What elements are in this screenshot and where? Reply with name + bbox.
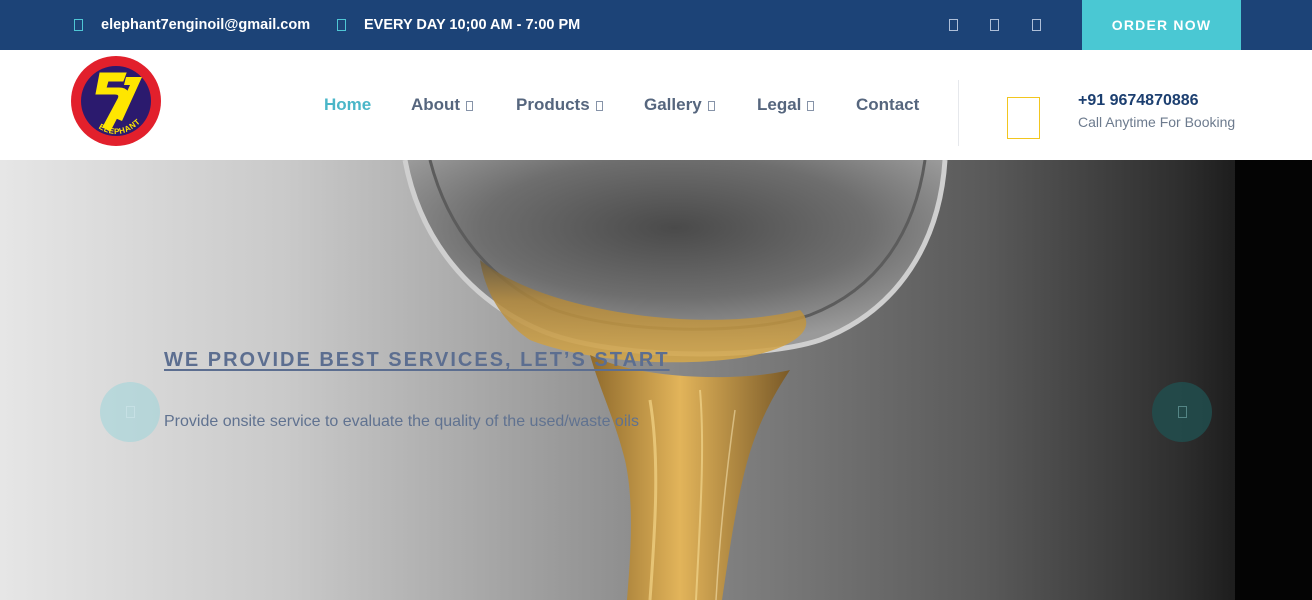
chevron-down-icon	[707, 100, 715, 111]
order-now-button[interactable]: ORDER NOW	[1082, 0, 1241, 50]
clock-icon	[337, 19, 346, 31]
nav-about[interactable]: About	[411, 50, 474, 160]
slider-prev-button[interactable]	[100, 382, 160, 442]
nav-contact-label[interactable]: Contact	[856, 95, 919, 115]
nav-about-label[interactable]: About	[411, 95, 460, 115]
phone-icon	[1007, 97, 1040, 139]
phone-subtitle: Call Anytime For Booking	[1078, 114, 1236, 130]
facebook-icon[interactable]	[949, 19, 958, 31]
slider-next-button[interactable]	[1152, 382, 1212, 442]
elephant7-logo[interactable]: ELEPHANT-7	[70, 55, 162, 147]
nav-gallery-label[interactable]: Gallery	[644, 95, 702, 115]
hero-oil-pour-image	[0, 160, 1312, 600]
chevron-down-icon	[466, 100, 474, 111]
nav-home[interactable]: Home	[324, 50, 371, 160]
email-contact[interactable]: elephant7enginoil@gmail.com	[74, 0, 310, 50]
envelope-icon	[74, 19, 83, 31]
nav-legal-label[interactable]: Legal	[757, 95, 801, 115]
twitter-icon[interactable]	[990, 19, 999, 31]
email-text[interactable]: elephant7enginoil@gmail.com	[101, 17, 310, 33]
nav-contact[interactable]: Contact	[856, 50, 919, 160]
nav-products-label[interactable]: Products	[516, 95, 590, 115]
main-header: ELEPHANT-7 Home About Products Gallery L…	[0, 50, 1312, 160]
hero-title: WE PROVIDE BEST SERVICES, LET’S START	[164, 349, 670, 371]
phone-number[interactable]: +91 9674870886	[1078, 92, 1199, 110]
header-divider	[958, 80, 959, 146]
opening-hours: EVERY DAY 10;00 AM - 7:00 PM	[337, 0, 580, 50]
nav-products[interactable]: Products	[516, 50, 603, 160]
top-bar: elephant7enginoil@gmail.com EVERY DAY 10…	[0, 0, 1312, 50]
chevron-down-icon	[595, 100, 603, 111]
chevron-left-icon	[125, 406, 135, 418]
chevron-down-icon	[807, 100, 815, 111]
hero-slider: WE PROVIDE BEST SERVICES, LET’S START Pr…	[0, 160, 1312, 600]
chevron-right-icon	[1177, 406, 1187, 418]
hero-description: Provide onsite service to evaluate the q…	[164, 413, 639, 430]
nav-home-label[interactable]: Home	[324, 95, 371, 115]
nav-gallery[interactable]: Gallery	[644, 50, 715, 160]
instagram-icon[interactable]	[1032, 19, 1041, 31]
hours-text: EVERY DAY 10;00 AM - 7:00 PM	[364, 17, 581, 33]
nav-legal[interactable]: Legal	[757, 50, 815, 160]
